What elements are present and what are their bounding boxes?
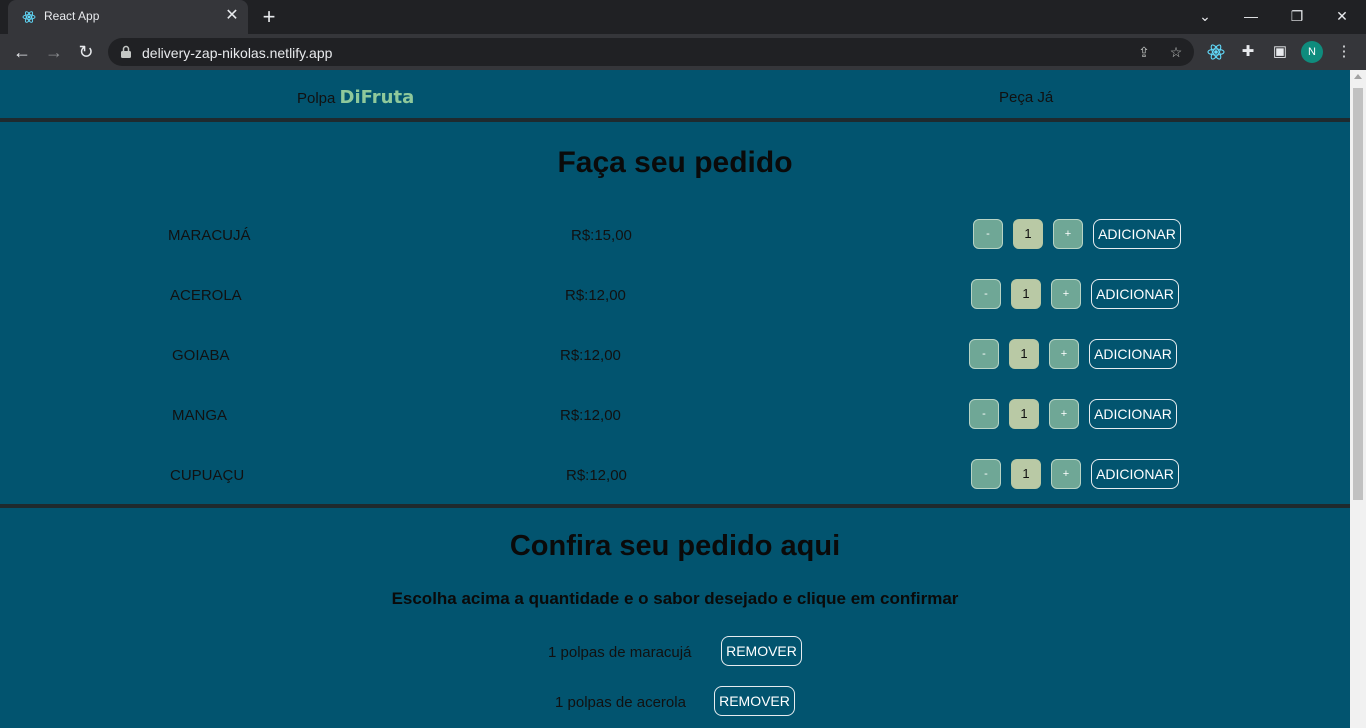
lock-icon (121, 45, 131, 58)
increase-quantity-button[interactable]: + (1053, 219, 1083, 249)
remove-item-button[interactable]: REMOVER (721, 636, 802, 666)
product-name: GOIABA (172, 347, 230, 364)
product-name: ACEROLA (170, 287, 242, 304)
remove-item-button[interactable]: REMOVER (714, 686, 795, 716)
product-name: CUPUAÇU (170, 467, 245, 484)
brand-accent: DiFruta (339, 87, 415, 108)
page-content: Polpa DiFruta Peça Já Faça seu pedido MA… (0, 70, 1350, 728)
increase-quantity-button[interactable]: + (1051, 459, 1081, 489)
forward-icon[interactable]: → (43, 41, 65, 63)
quantity-value: 1 (1011, 279, 1041, 309)
tab-title: React App (44, 9, 100, 23)
url-text: delivery-zap-nikolas.netlify.app (142, 45, 333, 61)
add-to-order-button[interactable]: ADICIONAR (1093, 219, 1181, 249)
close-tab-icon[interactable]: ✕ (224, 8, 240, 24)
product-price: R$:12,00 (560, 347, 621, 364)
decrease-quantity-button[interactable]: - (969, 339, 999, 369)
restore-icon[interactable]: ❐ (1287, 6, 1307, 26)
reload-icon[interactable]: ↻ (75, 41, 97, 63)
menu-kebab-icon[interactable]: ⋮ (1334, 42, 1354, 62)
decrease-quantity-button[interactable]: - (973, 219, 1003, 249)
increase-quantity-button[interactable]: + (1049, 339, 1079, 369)
order-title: Faça seu pedido (557, 146, 793, 179)
scrollbar-thumb[interactable] (1353, 88, 1363, 500)
close-window-icon[interactable]: ✕ (1332, 6, 1352, 26)
product-name: MANGA (172, 407, 228, 424)
browser-tab[interactable]: React App ✕ (8, 0, 248, 34)
browser-toolbar: ← → ↻ delivery-zap-nikolas.netlify.app ⇪… (0, 34, 1366, 70)
product-price: R$:12,00 (566, 467, 627, 484)
tab-search-icon[interactable]: ⌄ (1195, 6, 1215, 26)
side-panel-icon[interactable]: ▣ (1270, 42, 1290, 62)
minimize-icon[interactable]: — (1241, 6, 1261, 26)
address-bar[interactable]: delivery-zap-nikolas.netlify.app ⇪ ☆ (108, 38, 1194, 66)
decrease-quantity-button[interactable]: - (971, 279, 1001, 309)
add-to-order-button[interactable]: ADICIONAR (1091, 279, 1179, 309)
extensions-puzzle-icon[interactable]: ✚ (1238, 42, 1258, 62)
site-header: Polpa DiFruta Peça Já (0, 70, 1350, 122)
cart-item-text: 1 polpas de maracujá (548, 644, 692, 661)
decrease-quantity-button[interactable]: - (969, 399, 999, 429)
brand-prefix: Polpa (297, 90, 336, 107)
react-devtools-icon[interactable] (1206, 42, 1226, 62)
new-tab-button[interactable]: + (259, 6, 279, 28)
scroll-up-arrow-icon[interactable] (1354, 74, 1362, 79)
quantity-value: 1 (1009, 399, 1039, 429)
quantity-value: 1 (1011, 459, 1041, 489)
increase-quantity-button[interactable]: + (1049, 399, 1079, 429)
product-price: R$:12,00 (560, 407, 621, 424)
browser-tab-bar: React App ✕ + ⌄ — ❐ ✕ (0, 0, 1366, 34)
back-icon[interactable]: ← (11, 41, 33, 63)
quantity-value: 1 (1013, 219, 1043, 249)
cart-item-text: 1 polpas de acerola (555, 694, 686, 711)
decrease-quantity-button[interactable]: - (971, 459, 1001, 489)
brand-logo: Polpa DiFruta (297, 87, 414, 108)
section-divider (0, 504, 1350, 508)
add-to-order-button[interactable]: ADICIONAR (1089, 339, 1177, 369)
add-to-order-button[interactable]: ADICIONAR (1091, 459, 1179, 489)
product-name: MARACUJÁ (168, 227, 251, 244)
add-to-order-button[interactable]: ADICIONAR (1089, 399, 1177, 429)
nav-link-peca-ja[interactable]: Peça Já (999, 89, 1053, 106)
increase-quantity-button[interactable]: + (1051, 279, 1081, 309)
react-logo-icon (22, 11, 36, 23)
quantity-value: 1 (1009, 339, 1039, 369)
product-price: R$:15,00 (571, 227, 632, 244)
product-price: R$:12,00 (565, 287, 626, 304)
review-title: Confira seu pedido aqui (509, 530, 841, 562)
bookmark-star-icon[interactable]: ☆ (1167, 43, 1185, 61)
review-subtitle: Escolha acima a quantidade e o sabor des… (391, 589, 959, 608)
profile-avatar[interactable]: N (1301, 41, 1323, 63)
share-icon[interactable]: ⇪ (1135, 43, 1153, 61)
page-scrollbar[interactable] (1350, 70, 1366, 728)
